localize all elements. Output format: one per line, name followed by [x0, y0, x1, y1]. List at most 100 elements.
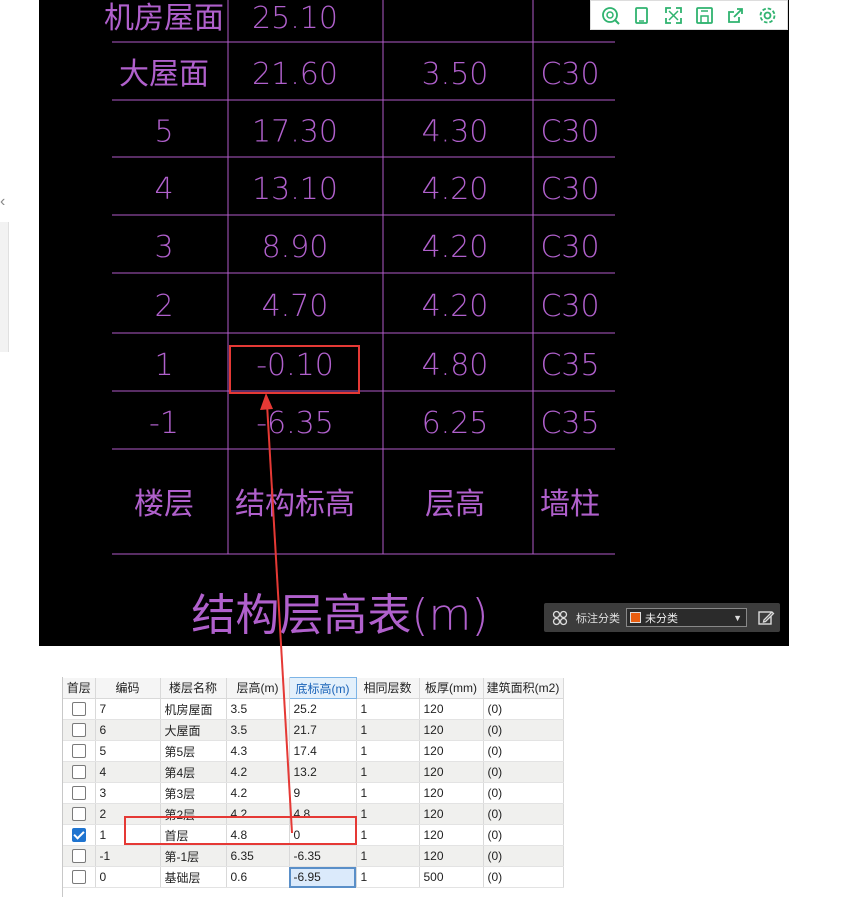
cell-code[interactable]: 6: [95, 719, 161, 741]
cell-height[interactable]: 3.5: [226, 719, 290, 741]
first-floor-checkbox-cell[interactable]: [63, 824, 96, 846]
cell-area[interactable]: (0): [483, 782, 564, 804]
cell-same[interactable]: 1: [356, 845, 420, 867]
cell-thick[interactable]: 120: [419, 761, 484, 783]
cell-area[interactable]: (0): [483, 698, 564, 720]
first-floor-checkbox[interactable]: [71, 849, 86, 864]
cell-name[interactable]: 基础层: [160, 866, 227, 888]
first-floor-checkbox[interactable]: [71, 807, 86, 822]
first-floor-checkbox-cell[interactable]: [63, 740, 96, 762]
cell-thick[interactable]: 120: [419, 845, 484, 867]
annotation-category-select[interactable]: 未分类 ▼: [626, 608, 747, 627]
cell-name[interactable]: 首层: [160, 824, 227, 846]
column-header[interactable]: 相同层数: [356, 677, 420, 699]
first-floor-checkbox-cell[interactable]: [63, 782, 96, 804]
table-row[interactable]: 7 机房屋面 3.5 25.2 1 120 (0): [63, 698, 564, 720]
cell-same[interactable]: 1: [356, 782, 420, 804]
cad-drawing-viewport[interactable]: 机房屋面 25.10 大屋面 21.60 3.50 C30 5 17.30 4.30 C30 4 13…: [39, 0, 789, 646]
cell-base[interactable]: -6.95: [289, 866, 357, 888]
cell-height[interactable]: 6.35: [226, 845, 290, 867]
cell-base[interactable]: 25.2: [289, 698, 357, 720]
cell-same[interactable]: 1: [356, 740, 420, 762]
cell-name[interactable]: 第5层: [160, 740, 227, 762]
cell-name[interactable]: 第-1层: [160, 845, 227, 867]
cell-thick[interactable]: 500: [419, 866, 484, 888]
column-header[interactable]: 层高(m): [226, 677, 290, 699]
first-floor-checkbox[interactable]: [71, 765, 86, 780]
cell-base[interactable]: 4.8: [289, 803, 357, 825]
table-row[interactable]: 2 第2层 4.2 4.8 1 120 (0): [63, 803, 564, 825]
first-floor-checkbox-cell[interactable]: [63, 803, 96, 825]
table-row[interactable]: 6 大屋面 3.5 21.7 1 120 (0): [63, 719, 564, 741]
first-floor-checkbox[interactable]: [71, 828, 86, 843]
cell-same[interactable]: 1: [356, 803, 420, 825]
cell-thick[interactable]: 120: [419, 698, 484, 720]
cell-same[interactable]: 1: [356, 866, 420, 888]
cell-code[interactable]: 1: [95, 824, 161, 846]
export-icon[interactable]: [724, 3, 748, 27]
cell-code[interactable]: 4: [95, 761, 161, 783]
cell-name[interactable]: 第3层: [160, 782, 227, 804]
settings-icon[interactable]: [755, 3, 779, 27]
first-floor-checkbox-cell[interactable]: [63, 698, 96, 720]
cell-thick[interactable]: 120: [419, 782, 484, 804]
table-row[interactable]: 0 基础层 0.6 -6.95 1 500 (0): [63, 866, 564, 888]
cell-thick[interactable]: 120: [419, 824, 484, 846]
cell-area[interactable]: (0): [483, 866, 564, 888]
first-floor-checkbox-cell[interactable]: [63, 845, 96, 867]
cell-area[interactable]: (0): [483, 719, 564, 741]
first-floor-checkbox[interactable]: [71, 744, 86, 759]
cell-height[interactable]: 3.5: [226, 698, 290, 720]
cell-area[interactable]: (0): [483, 845, 564, 867]
cell-area[interactable]: (0): [483, 803, 564, 825]
first-floor-checkbox[interactable]: [71, 702, 86, 717]
cell-code[interactable]: 5: [95, 740, 161, 762]
column-header[interactable]: 底标高(m): [288, 677, 357, 699]
cell-height[interactable]: 4.3: [226, 740, 290, 762]
cell-same[interactable]: 1: [356, 824, 420, 846]
column-header[interactable]: 编码: [95, 677, 161, 699]
cell-area[interactable]: (0): [483, 740, 564, 762]
column-header[interactable]: 建筑面积(m2): [483, 677, 564, 699]
cell-name[interactable]: 机房屋面: [160, 698, 227, 720]
column-header[interactable]: 板厚(mm): [419, 677, 484, 699]
cell-thick[interactable]: 120: [419, 803, 484, 825]
copy-icon[interactable]: [630, 3, 654, 27]
cell-base[interactable]: 17.4: [289, 740, 357, 762]
cell-area[interactable]: (0): [483, 824, 564, 846]
cell-code[interactable]: -1: [95, 845, 161, 867]
first-floor-checkbox[interactable]: [71, 870, 86, 885]
first-floor-checkbox[interactable]: [71, 786, 86, 801]
cell-base[interactable]: -6.35: [289, 845, 357, 867]
cell-code[interactable]: 0: [95, 866, 161, 888]
cell-base[interactable]: 9: [289, 782, 357, 804]
table-row[interactable]: 1 首层 4.8 0 1 120 (0): [63, 824, 564, 846]
cell-same[interactable]: 1: [356, 761, 420, 783]
table-row[interactable]: -1 第-1层 6.35 -6.35 1 120 (0): [63, 845, 564, 867]
fullscreen-icon[interactable]: [661, 3, 685, 27]
cell-thick[interactable]: 120: [419, 719, 484, 741]
cell-name[interactable]: 第4层: [160, 761, 227, 783]
zoom-icon[interactable]: [599, 3, 623, 27]
collapse-arrow-icon[interactable]: ‹: [0, 194, 5, 210]
first-floor-checkbox[interactable]: [71, 723, 86, 738]
cell-height[interactable]: 4.8: [226, 824, 290, 846]
cell-same[interactable]: 1: [356, 719, 420, 741]
cell-height[interactable]: 4.2: [226, 782, 290, 804]
column-header[interactable]: 楼层名称: [160, 677, 227, 699]
cell-area[interactable]: (0): [483, 761, 564, 783]
grid-layout-icon[interactable]: [552, 610, 568, 626]
table-row[interactable]: 4 第4层 4.2 13.2 1 120 (0): [63, 761, 564, 783]
cell-name[interactable]: 大屋面: [160, 719, 227, 741]
cell-code[interactable]: 7: [95, 698, 161, 720]
column-header[interactable]: 首层: [63, 677, 96, 699]
table-row[interactable]: 3 第3层 4.2 9 1 120 (0): [63, 782, 564, 804]
table-row[interactable]: 5 第5层 4.3 17.4 1 120 (0): [63, 740, 564, 762]
first-floor-checkbox-cell[interactable]: [63, 866, 96, 888]
edit-icon[interactable]: [757, 609, 775, 627]
save-icon[interactable]: [693, 3, 717, 27]
first-floor-checkbox-cell[interactable]: [63, 761, 96, 783]
cell-base[interactable]: 13.2: [289, 761, 357, 783]
cell-base[interactable]: 21.7: [289, 719, 357, 741]
first-floor-checkbox-cell[interactable]: [63, 719, 96, 741]
